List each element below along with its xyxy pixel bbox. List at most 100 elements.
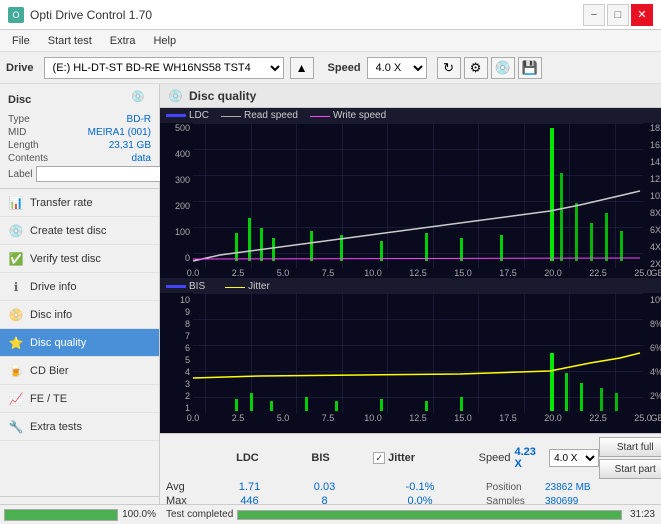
settings-button[interactable]: ⚙ [464,57,488,79]
extra-tests-label: Extra tests [30,421,82,433]
label-label: Label [8,169,32,180]
svg-text:10%: 10% [650,295,661,305]
cd-bier-icon: 🍺 [8,363,24,379]
length-label: Length [8,140,39,151]
bis-legend-label: BIS [189,281,205,292]
svg-text:0.0: 0.0 [187,268,200,278]
svg-text:4: 4 [185,367,190,377]
svg-text:10.0: 10.0 [364,413,382,423]
svg-text:5.0: 5.0 [277,268,290,278]
status-progress-fill [238,511,621,519]
svg-text:14X: 14X [650,157,661,167]
type-value: BD-R [127,114,151,125]
status-progress-bar [237,510,622,520]
avg-row: Avg 1.71 0.03 -0.1% Position 23862 MB [166,481,661,493]
speed-stats-label: Speed [479,452,511,464]
sidebar-item-transfer-rate[interactable]: 📊 Transfer rate [0,189,159,217]
svg-text:9: 9 [185,307,190,317]
sidebar-item-cd-bier[interactable]: 🍺 CD Bier [0,357,159,385]
bottom-status-bar: Test completed 31:23 [160,504,661,524]
drive-toolbar: ↻ ⚙ 💿 💾 [437,57,542,79]
sidebar-item-create-test-disc[interactable]: 💿 Create test disc [0,217,159,245]
speed-select[interactable]: 4.0 X [367,57,427,79]
speed-stats-dropdown[interactable]: 4.0 X [549,449,599,467]
progress-text: 100.0% [122,509,156,520]
disc-info-label: Disc info [30,309,72,321]
transfer-rate-label: Transfer rate [30,197,93,209]
chart-header-icon: 💿 [168,89,183,103]
transfer-rate-icon: 📊 [8,195,24,211]
svg-text:20.0: 20.0 [544,413,562,423]
svg-text:6X: 6X [650,225,661,235]
svg-text:12X: 12X [650,174,661,184]
svg-text:GB: GB [650,268,661,278]
start-full-button[interactable]: Start full [599,437,661,457]
svg-text:12.5: 12.5 [409,413,427,423]
label-input[interactable] [36,166,174,182]
minimize-button[interactable]: − [583,4,605,26]
avg-jitter: -0.1% [362,481,478,493]
svg-text:2.5: 2.5 [232,268,245,278]
svg-text:15.0: 15.0 [454,268,472,278]
svg-text:100: 100 [175,227,190,237]
svg-text:12.5: 12.5 [409,268,427,278]
disc-title: Disc [8,94,31,106]
svg-text:15.0: 15.0 [454,413,472,423]
nav-items: 📊 Transfer rate 💿 Create test disc ✅ Ver… [0,189,159,496]
fe-te-label: FE / TE [30,393,67,405]
contents-value: data [132,153,151,164]
drive-info-icon: ℹ [8,279,24,295]
refresh-button[interactable]: ↻ [437,57,461,79]
svg-text:7.5: 7.5 [322,413,335,423]
ldc-column-header: LDC [211,452,284,464]
sidebar-item-verify-test-disc[interactable]: ✅ Verify test disc [0,245,159,273]
start-buttons: Start full Start part [599,437,661,479]
svg-text:25.0: 25.0 [634,413,652,423]
svg-text:3: 3 [185,379,190,389]
jitter-checkbox-section: ✓ Jitter [373,452,471,464]
sidebar-item-drive-info[interactable]: ℹ Drive info [0,273,159,301]
close-button[interactable]: ✕ [631,4,653,26]
svg-text:8X: 8X [650,208,661,218]
title-bar: O Opti Drive Control 1.70 − □ ✕ [0,0,661,30]
progress-fill [5,510,117,520]
window-title: Opti Drive Control 1.70 [30,8,152,22]
svg-text:300: 300 [175,175,190,185]
drive-select[interactable]: (E:) HL-DT-ST BD-RE WH16NS58 TST4 [44,57,284,79]
menu-help[interactable]: Help [145,33,184,49]
avg-label: Avg [166,481,212,493]
cd-bier-label: CD Bier [30,365,69,377]
ldc-legend-color [166,114,186,117]
sidebar-item-disc-quality[interactable]: ⭐ Disc quality [0,329,159,357]
maximize-button[interactable]: □ [607,4,629,26]
svg-text:7: 7 [185,331,190,341]
start-part-button[interactable]: Start part [599,459,661,479]
svg-text:20.0: 20.0 [544,268,562,278]
svg-text:8: 8 [185,319,190,329]
create-test-disc-label: Create test disc [30,225,106,237]
mid-label: MID [8,127,26,138]
svg-text:200: 200 [175,201,190,211]
svg-text:2%: 2% [650,391,661,401]
svg-text:5: 5 [185,355,190,365]
sidebar-item-disc-info[interactable]: 📀 Disc info [0,301,159,329]
menu-extra[interactable]: Extra [102,33,144,49]
svg-text:0.0: 0.0 [187,413,200,423]
sidebar-item-fe-te[interactable]: 📈 FE / TE [0,385,159,413]
svg-text:6%: 6% [650,343,661,353]
sidebar-item-extra-tests[interactable]: 🔧 Extra tests [0,413,159,441]
type-label: Type [8,114,30,125]
eject-button[interactable]: ▲ [290,57,314,79]
top-legend: LDC Read speed Write speed [160,108,661,123]
menu-start-test[interactable]: Start test [40,33,100,49]
menu-file[interactable]: File [4,33,38,49]
disc-button[interactable]: 💿 [491,57,515,79]
svg-text:7.5: 7.5 [322,268,335,278]
jitter-checkbox[interactable]: ✓ [373,452,385,464]
svg-text:10.0: 10.0 [364,268,382,278]
drive-info-label: Drive info [30,281,76,293]
save-button[interactable]: 💾 [518,57,542,79]
write-speed-legend-label: Write speed [333,110,386,121]
drive-bar: Drive (E:) HL-DT-ST BD-RE WH16NS58 TST4 … [0,52,661,84]
app-icon: O [8,7,24,23]
